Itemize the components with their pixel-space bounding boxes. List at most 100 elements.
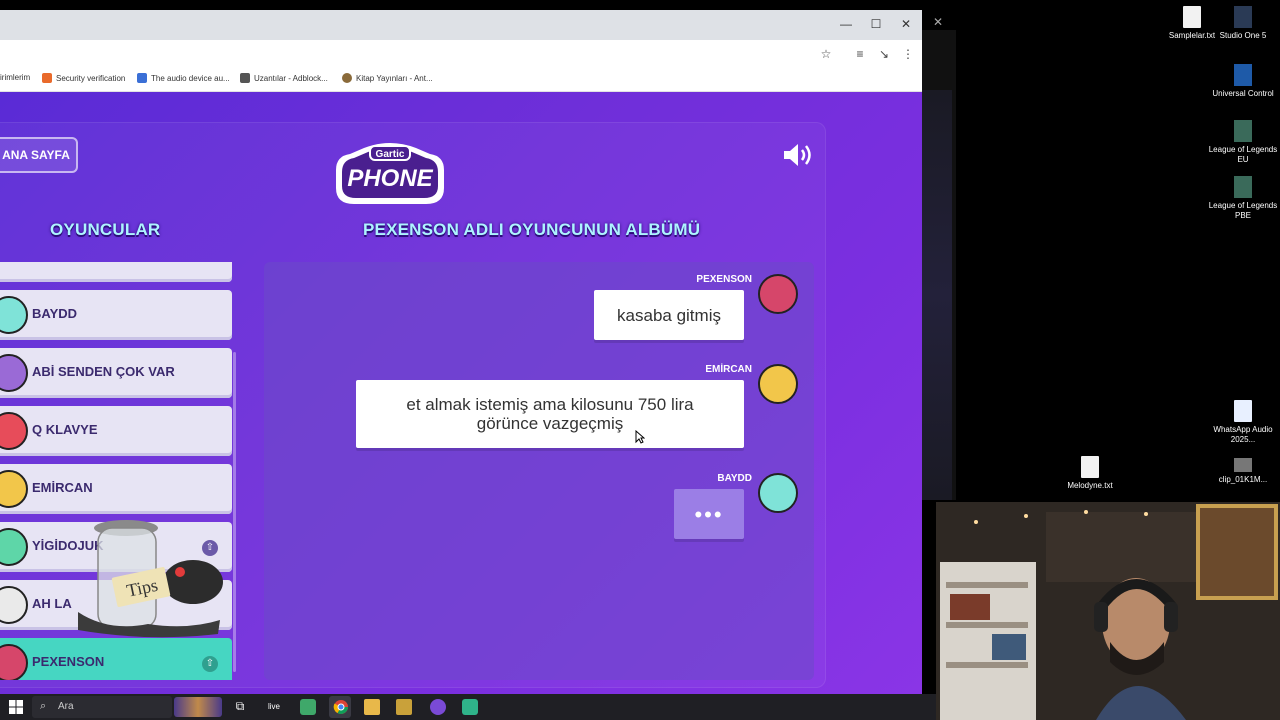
media-icon[interactable]: ≡ bbox=[852, 46, 868, 62]
message-author: EMİRCAN bbox=[705, 364, 752, 375]
desktop-icon-label: League of Legends PBE bbox=[1208, 201, 1278, 220]
tips-jar-overlay: Tips bbox=[78, 520, 223, 638]
desktop-icon[interactable]: Universal Control bbox=[1203, 64, 1280, 99]
player-row: Q KLAVYE bbox=[0, 406, 232, 456]
desktop-icon-label: Studio One 5 bbox=[1219, 31, 1267, 40]
avatar bbox=[0, 412, 28, 450]
bookmark-favicon-icon bbox=[137, 73, 147, 83]
cursor-icon bbox=[635, 430, 645, 444]
desktop-icon[interactable]: Studio One 5 bbox=[1203, 6, 1280, 41]
maximize-icon[interactable]: ☐ bbox=[868, 16, 884, 32]
text-file-icon bbox=[1183, 6, 1201, 28]
desktop-icon[interactable]: League of Legends PBE bbox=[1203, 176, 1280, 221]
bookmark-item[interactable]: The audio device au... bbox=[137, 73, 230, 83]
desktop-icon[interactable]: Melodyne.txt bbox=[1050, 456, 1130, 491]
svg-text:Gartic: Gartic bbox=[376, 149, 405, 160]
league-of-legends-icon bbox=[1234, 176, 1252, 198]
avatar bbox=[0, 644, 28, 680]
avatar bbox=[0, 586, 28, 624]
taskbar: Ara ⌕ ⧉ live bbox=[0, 694, 936, 720]
host-badge-icon: ⇧ bbox=[202, 656, 218, 672]
close-icon[interactable]: ✕ bbox=[930, 14, 946, 30]
avatar bbox=[758, 364, 798, 404]
task-view-icon[interactable]: ⧉ bbox=[232, 699, 248, 715]
extension-icon[interactable]: ↘ bbox=[876, 46, 892, 62]
app-icon[interactable] bbox=[462, 699, 478, 715]
screen: — ☐ ✕ ☆ ≡ ↘ ⋮ irimlerim Security verific… bbox=[0, 0, 1280, 720]
menu-icon[interactable]: ⋮ bbox=[900, 46, 916, 62]
player-name: PEXENSON bbox=[32, 654, 105, 669]
bookmark-item[interactable]: Security verification bbox=[42, 73, 125, 83]
bookmark-item[interactable]: irimlerim bbox=[0, 73, 30, 82]
close-icon[interactable]: ✕ bbox=[898, 16, 914, 32]
league-client-icon[interactable] bbox=[396, 699, 412, 715]
bookmark-item[interactable]: Kitap Yayınları - Ant... bbox=[342, 73, 433, 83]
browser-toolbar: ☆ ≡ ↘ ⋮ bbox=[0, 40, 922, 68]
bookmark-favicon-icon bbox=[42, 73, 52, 83]
calendar-app-icon[interactable] bbox=[300, 699, 316, 715]
video-file-icon bbox=[1234, 458, 1252, 472]
bookmarks-bar: irimlerim Security verification The audi… bbox=[0, 68, 922, 92]
taskbar-search-input[interactable]: Ara bbox=[32, 696, 172, 718]
star-icon[interactable]: ☆ bbox=[818, 46, 834, 62]
desktop-icon-label: League of Legends EU bbox=[1208, 145, 1278, 164]
avatar bbox=[0, 296, 28, 334]
player-row: BAYDD bbox=[0, 290, 232, 340]
windows-start-icon[interactable] bbox=[8, 699, 24, 715]
avatar bbox=[0, 528, 28, 566]
bookmark-favicon-icon bbox=[342, 73, 352, 83]
player-row-active: PEXENSON ⇧ bbox=[0, 638, 232, 680]
bookmark-label: irimlerim bbox=[0, 73, 31, 82]
desktop-icon-label: Universal Control bbox=[1212, 89, 1274, 98]
desktop-icon-label: clip_01K1M... bbox=[1218, 475, 1268, 484]
app-icon[interactable] bbox=[430, 699, 446, 715]
avatar bbox=[758, 274, 798, 314]
webcam-feed bbox=[936, 502, 1280, 720]
search-icon: ⌕ bbox=[40, 700, 47, 712]
bookmark-label: Uzantılar - Adblock... bbox=[254, 73, 328, 83]
player-row: ABİ SENDEN ÇOK VAR bbox=[0, 348, 232, 398]
desktop-icon[interactable]: clip_01K1M... bbox=[1203, 458, 1280, 485]
chrome-icon[interactable] bbox=[333, 699, 349, 715]
bookmark-label: The audio device au... bbox=[151, 73, 230, 83]
puzzle-icon bbox=[240, 73, 250, 83]
gartic-phone-logo: Gartic PHONE bbox=[336, 143, 444, 204]
studio-one-icon bbox=[1234, 6, 1252, 28]
svg-text:PHONE: PHONE bbox=[347, 165, 433, 192]
minimize-icon[interactable]: — bbox=[838, 16, 854, 32]
message-author: PEXENSON bbox=[696, 274, 752, 285]
message-author: BAYDD bbox=[717, 473, 752, 484]
message-bubble: kasaba gitmiş bbox=[594, 290, 744, 340]
message-bubble: et almak istemiş ama kilosunu 750 lira g… bbox=[356, 380, 744, 448]
player-name: EMİRCAN bbox=[32, 480, 93, 495]
player-name: Q KLAVYE bbox=[32, 422, 98, 437]
bookmark-item[interactable]: Uzantılar - Adblock... bbox=[240, 73, 328, 83]
desktop-icon[interactable]: League of Legends EU bbox=[1203, 120, 1280, 165]
album-heading: PEXENSON ADLI OYUNCUNUN ALBÜMÜ bbox=[363, 220, 701, 239]
browser-titlebar: — ☐ ✕ bbox=[0, 10, 922, 40]
player-name: BAYDD bbox=[32, 306, 78, 321]
text-file-icon bbox=[1081, 456, 1099, 478]
desktop-icon-label: Melodyne.txt bbox=[1067, 481, 1113, 490]
live-icon[interactable]: live bbox=[266, 699, 282, 715]
player-name: ABİ SENDEN ÇOK VAR bbox=[32, 364, 175, 379]
home-button[interactable]: ANA SAYFA bbox=[0, 137, 78, 173]
search-highlight-icon[interactable] bbox=[174, 697, 222, 717]
desktop-icon-label: WhatsApp Audio 2025... bbox=[1213, 425, 1273, 444]
sound-icon[interactable] bbox=[782, 142, 816, 168]
search-placeholder: Ara bbox=[58, 701, 74, 712]
desktop-icon[interactable]: WhatsApp Audio 2025... bbox=[1203, 400, 1280, 445]
players-scrollbar[interactable] bbox=[233, 352, 236, 672]
file-explorer-icon[interactable] bbox=[364, 699, 380, 715]
player-name: AH LA bbox=[32, 596, 72, 611]
player-row: EMİRCAN bbox=[0, 464, 232, 514]
player-row bbox=[0, 262, 232, 282]
typing-indicator: ••• bbox=[674, 489, 744, 539]
players-heading: OYUNCULAR bbox=[50, 220, 161, 239]
avatar bbox=[0, 354, 28, 392]
album-panel: PEXENSON kasaba gitmiş EMİRCAN et almak … bbox=[264, 262, 814, 680]
avatar bbox=[758, 473, 798, 513]
background-window bbox=[922, 90, 952, 500]
universal-control-icon bbox=[1234, 64, 1252, 86]
bookmark-label: Kitap Yayınları - Ant... bbox=[356, 73, 433, 83]
